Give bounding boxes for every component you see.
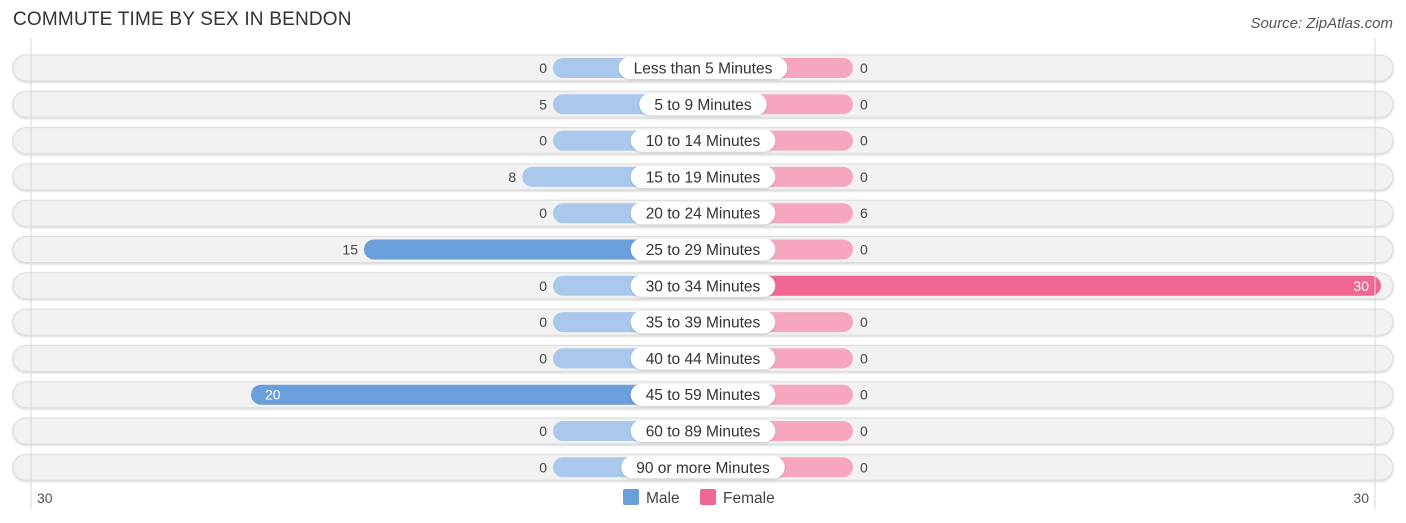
chart-row: 5 0 5 to 9 Minutes <box>12 90 1394 118</box>
category-label-text: 20 to 24 Minutes <box>646 206 761 223</box>
female-value-label: 0 <box>860 169 868 185</box>
male-value-label: 20 <box>265 387 281 403</box>
category-label: 10 to 14 Minutes <box>630 129 776 152</box>
male-value-label: 0 <box>539 423 547 439</box>
chart-row: 0 0 40 to 44 Minutes <box>12 344 1394 372</box>
category-label-text: 60 to 89 Minutes <box>646 424 761 441</box>
category-label-text: 40 to 44 Minutes <box>646 351 761 368</box>
category-label: 40 to 44 Minutes <box>630 347 776 370</box>
male-value-label: 15 <box>342 242 358 258</box>
chart-row: 15 0 25 to 29 Minutes <box>12 236 1394 263</box>
male-value-label: 8 <box>508 169 516 185</box>
chart-row: 8 0 15 to 19 Minutes <box>12 163 1394 191</box>
female-value-label: 0 <box>860 60 868 76</box>
category-label: 35 to 39 Minutes <box>630 311 776 334</box>
category-label: Less than 5 Minutes <box>618 57 788 79</box>
female-value-label: 0 <box>860 423 868 439</box>
category-label-text: 45 to 59 Minutes <box>646 387 761 404</box>
category-label: 5 to 9 Minutes <box>639 93 767 116</box>
chart: 0 0Less than 5 Minutes5 05 to 9 Minutes0 01… <box>12 38 1394 510</box>
chart-row: 0 0 90 or more Minutes <box>12 453 1394 481</box>
male-value-label: 0 <box>539 60 547 76</box>
category-label-text: 25 to 29 Minutes <box>646 242 761 259</box>
category-label: 30 to 34 Minutes <box>630 274 776 297</box>
male-value-label: 0 <box>539 314 547 330</box>
female-value-label: 0 <box>860 314 868 330</box>
category-label-text: 35 to 39 Minutes <box>646 315 761 332</box>
male-value-label: 0 <box>539 350 547 366</box>
category-label: 20 to 24 Minutes <box>630 202 776 225</box>
category-label: 60 to 89 Minutes <box>630 420 776 442</box>
category-label-text: 15 to 19 Minutes <box>646 169 761 186</box>
category-label-text: 5 to 9 Minutes <box>654 97 752 114</box>
female-value-label: 30 <box>1353 278 1369 294</box>
female-value-label: 0 <box>860 242 868 258</box>
chart-row: 0 0 35 to 39 Minutes <box>12 308 1394 336</box>
chart-row: 0 0 10 to 14 Minutes <box>12 127 1394 155</box>
chart-row: 0 0 60 to 89 Minutes <box>12 417 1394 445</box>
chart-row: 0 30 30 to 34 Minutes <box>12 272 1394 300</box>
female-bar[interactable] <box>703 275 1381 296</box>
axis-tick-right: 30 <box>1353 490 1369 506</box>
female-value-label: 0 <box>860 459 868 475</box>
female-value-label: 6 <box>860 205 868 221</box>
male-value-label: 0 <box>539 278 547 294</box>
category-label: 90 or more Minutes <box>621 456 785 479</box>
chart-row: 20 0 45 to 59 Minutes <box>12 381 1394 409</box>
legend-label-male: Male <box>646 490 680 507</box>
category-label-text: 90 or more Minutes <box>636 460 770 477</box>
male-value-label: 5 <box>539 96 547 112</box>
category-label-text: 30 to 34 Minutes <box>646 278 761 295</box>
legend: Male Female <box>623 489 775 507</box>
female-value-label: 0 <box>860 133 868 149</box>
female-value-label: 0 <box>860 387 868 403</box>
chart-row: 0 6 20 to 24 Minutes <box>12 199 1394 227</box>
category-label: 15 to 19 Minutes <box>630 165 776 188</box>
female-value-label: 0 <box>860 96 868 112</box>
legend-swatch-female <box>700 489 716 505</box>
legend-label-female: Female <box>723 490 775 507</box>
category-label-text: 10 to 14 Minutes <box>646 133 761 150</box>
legend-swatch-male <box>623 489 639 505</box>
axis-tick-left: 30 <box>37 490 53 506</box>
male-value-label: 0 <box>539 459 547 475</box>
female-value-label: 0 <box>860 350 868 366</box>
male-value-label: 0 <box>539 133 547 149</box>
category-label: 25 to 29 Minutes <box>630 238 776 261</box>
male-value-label: 0 <box>539 205 547 221</box>
chart-row: 0 0 Less than 5 Minutes <box>12 54 1394 82</box>
category-label-text: Less than 5 Minutes <box>634 61 773 78</box>
category-label: 45 to 59 Minutes <box>630 383 776 406</box>
